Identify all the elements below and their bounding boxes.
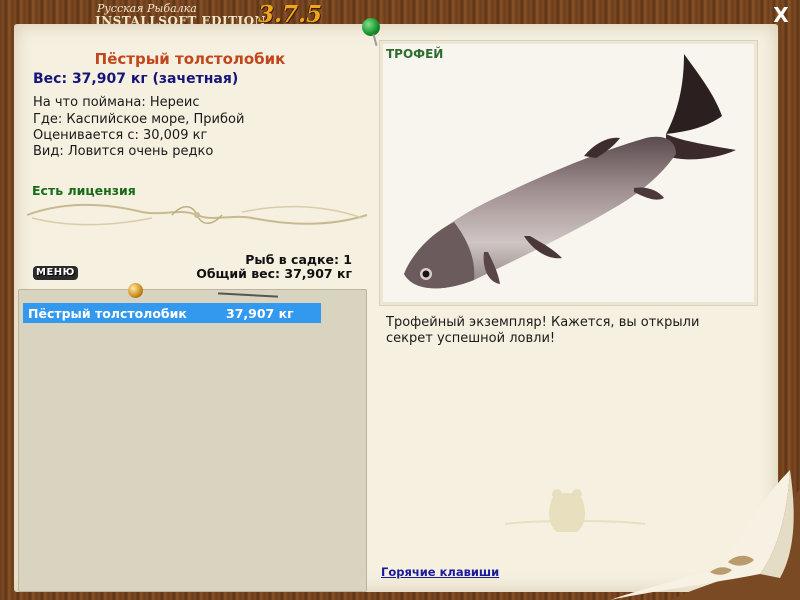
- fish-location: Где: Каспийское море, Прибой: [33, 112, 245, 127]
- silver-carp-image: [404, 54, 736, 289]
- menu-button[interactable]: МЕНЮ: [33, 266, 78, 280]
- fish-title: Пёстрый толстолобик: [94, 50, 286, 68]
- gold-pin-icon: [128, 283, 143, 298]
- list-item-weight: 37,907 кг: [226, 306, 294, 321]
- trophy-badge: ТРОФЕЙ: [386, 47, 444, 61]
- fish-rarity: Вид: Ловится очень редко: [33, 144, 214, 159]
- brand-line1: Русская Рыбалка: [97, 2, 197, 15]
- green-pin-icon: [362, 18, 380, 36]
- license-status: Есть лицензия: [32, 183, 136, 198]
- hotkeys-link[interactable]: Горячие клавиши: [381, 565, 499, 579]
- ornament-divider-icon: [26, 203, 368, 226]
- list-item-name: Пёстрый толстолобик: [28, 306, 187, 321]
- fish-weight: Вес: 37,907 кг (зачетная): [33, 71, 239, 87]
- keepnet-list[interactable]: Пёстрый толстолобик 37,907 кг: [18, 289, 367, 592]
- fish-bait: На что поймана: Нереис: [33, 95, 200, 110]
- catch-description: Трофейный экземпляр! Кажется, вы открыли…: [386, 315, 700, 346]
- close-button[interactable]: X: [770, 4, 792, 26]
- keepnet-count: Рыб в садке: 1: [245, 252, 352, 267]
- fish-min-weight: Оценивается с: 30,009 кг: [33, 128, 208, 143]
- keepnet-total-weight: Общий вес: 37,907 кг: [196, 266, 352, 281]
- page-curl: [610, 470, 800, 600]
- list-item[interactable]: Пёстрый толстолобик 37,907 кг: [23, 303, 321, 323]
